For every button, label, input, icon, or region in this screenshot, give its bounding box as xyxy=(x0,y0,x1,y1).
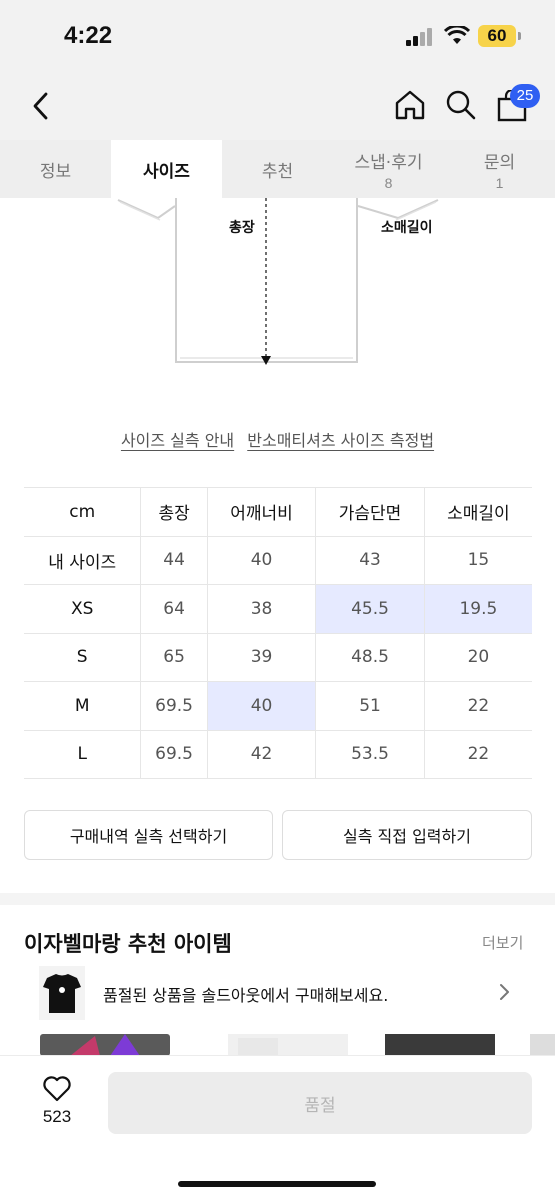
table-row: M 69.5 40 51 22 xyxy=(24,681,532,731)
row-label: XS xyxy=(24,584,142,634)
sleeve-length-label: 소매길이 xyxy=(381,220,433,236)
tab-inquiry[interactable]: 문의 1 xyxy=(444,140,555,198)
table-cell-highlighted: 19.5 xyxy=(423,584,532,634)
table-cell: 53.5 xyxy=(315,729,425,779)
heart-icon[interactable] xyxy=(42,1075,72,1102)
row-label: 내 사이즈 xyxy=(24,535,142,585)
cart-count-badge: 25 xyxy=(510,84,540,108)
like-count: 523 xyxy=(42,1107,72,1126)
product-tabs: 정보 사이즈 추천 스냅·후기 8 문의 1 xyxy=(0,140,555,198)
home-icon[interactable] xyxy=(393,88,427,122)
recommend-products-strip xyxy=(40,1034,555,1056)
chevron-left-icon[interactable] xyxy=(30,90,52,122)
table-cell-highlighted: 45.5 xyxy=(315,584,425,634)
table-cell: 48.5 xyxy=(315,632,425,682)
table-cell-highlighted: 40 xyxy=(206,681,317,731)
table-cell: 51 xyxy=(315,681,425,731)
table-cell: 38 xyxy=(206,584,317,634)
table-row: S 65 39 48.5 20 xyxy=(24,632,532,682)
table-cell: 42 xyxy=(206,729,317,779)
row-label: M xyxy=(24,681,142,731)
wifi-icon xyxy=(444,26,470,44)
table-cell: 44 xyxy=(140,535,208,585)
size-guide-link[interactable]: 사이즈 실측 안내 xyxy=(121,431,234,450)
measure-guide-link[interactable]: 반소매티셔츠 사이즈 측정법 xyxy=(247,431,434,450)
soldout-banner[interactable]: 품절된 상품을 솔드아웃에서 구매해보세요. xyxy=(25,962,530,1024)
search-icon[interactable] xyxy=(445,88,477,122)
table-header-cell: 가슴단면 xyxy=(315,487,425,537)
tab-label: 추천 xyxy=(261,161,294,182)
product-thumbnail xyxy=(39,966,85,1020)
status-bar: 4:22 60 xyxy=(0,0,555,72)
direct-input-measure-button[interactable]: 실측 직접 입력하기 xyxy=(282,810,532,860)
total-length-label: 총장 xyxy=(229,220,255,236)
tab-snap-review[interactable]: 스냅·후기 8 xyxy=(333,140,444,198)
tab-label: 스냅·후기 xyxy=(354,152,423,173)
size-guide-links: 사이즈 실측 안내 반소매티셔츠 사이즈 측정법 xyxy=(0,427,555,451)
row-label: L xyxy=(24,729,142,779)
table-header-cell: 총장 xyxy=(140,487,208,537)
select-purchase-measure-button[interactable]: 구매내역 실측 선택하기 xyxy=(24,810,273,860)
home-indicator xyxy=(178,1181,376,1187)
tab-info[interactable]: 정보 xyxy=(0,140,111,198)
recommend-section-title: 이자벨마랑 추천 아이템 xyxy=(24,932,232,956)
table-header-cell: cm xyxy=(24,487,142,537)
table-row: 내 사이즈 44 40 43 15 xyxy=(24,535,532,585)
table-cell: 43 xyxy=(315,535,425,585)
table-cell: 64 xyxy=(140,584,208,634)
chevron-right-icon xyxy=(500,984,509,1000)
table-cell: 22 xyxy=(423,729,532,779)
tshirt-measure-diagram xyxy=(117,198,439,365)
table-row: XS 64 38 45.5 19.5 xyxy=(24,584,532,634)
tab-label: 정보 xyxy=(39,161,72,182)
table-header-cell: 어깨너비 xyxy=(206,487,317,537)
table-cell: 69.5 xyxy=(140,681,208,731)
table-cell: 22 xyxy=(423,681,532,731)
table-header-cell: 소매길이 xyxy=(423,487,532,537)
buy-button-soldout[interactable]: 품절 xyxy=(108,1072,532,1134)
table-cell: 39 xyxy=(206,632,317,682)
tab-recommend[interactable]: 추천 xyxy=(222,140,333,198)
tab-count: 8 xyxy=(384,174,393,191)
table-header-row: cm 총장 어깨너비 가슴단면 소매길이 xyxy=(24,487,532,537)
table-cell: 15 xyxy=(423,535,532,585)
battery-tip xyxy=(518,32,521,40)
size-table: cm 총장 어깨너비 가슴단면 소매길이 내 사이즈 44 40 43 15 X… xyxy=(24,487,532,779)
status-time: 4:22 xyxy=(64,22,113,49)
battery-indicator: 60 xyxy=(478,25,516,47)
table-row: L 69.5 42 53.5 22 xyxy=(24,729,532,779)
recommend-more-link[interactable]: 더보기 xyxy=(482,932,523,953)
cellular-signal-icon xyxy=(406,28,436,46)
tab-count: 1 xyxy=(495,174,504,191)
tab-size[interactable]: 사이즈 xyxy=(111,140,222,198)
row-label: S xyxy=(24,632,142,682)
top-navigation xyxy=(0,72,555,140)
soldout-banner-text: 품절된 상품을 솔드아웃에서 구매해보세요. xyxy=(103,986,389,1005)
tab-label: 문의 xyxy=(483,152,516,173)
tab-label: 사이즈 xyxy=(143,161,190,182)
table-cell: 40 xyxy=(206,535,317,585)
section-divider xyxy=(0,893,555,905)
table-cell: 69.5 xyxy=(140,729,208,779)
table-cell: 20 xyxy=(423,632,532,682)
table-cell: 65 xyxy=(140,632,208,682)
